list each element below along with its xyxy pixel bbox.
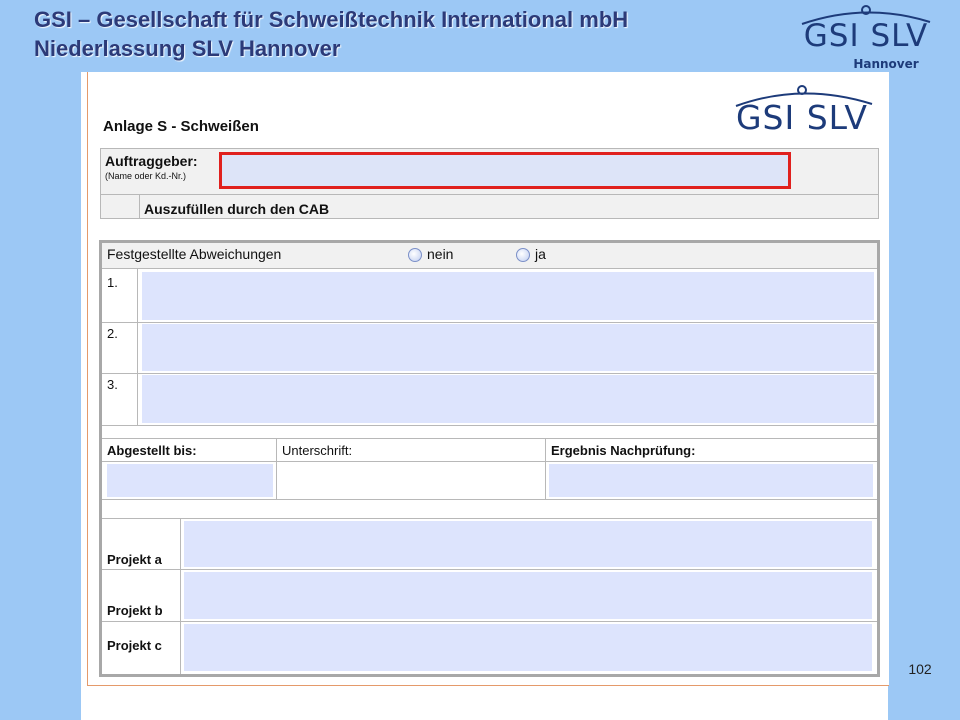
logo-subtitle: Hannover bbox=[853, 57, 919, 71]
slide-title-line2: Niederlassung SLV Hannover bbox=[34, 36, 341, 61]
project-c-input[interactable] bbox=[184, 624, 872, 671]
radio-no-label: nein bbox=[427, 246, 454, 262]
document-logo-text: GSI SLV bbox=[735, 98, 869, 137]
gsi-slv-logo: GSI SLV Hannover bbox=[796, 2, 936, 71]
resolved-until-label: Abgestellt bis: bbox=[107, 443, 197, 458]
column-divider bbox=[276, 438, 277, 499]
number-column-divider bbox=[137, 268, 138, 425]
project-a-label: Projekt a bbox=[107, 552, 162, 567]
radio-no[interactable] bbox=[408, 248, 422, 262]
recheck-result-label: Ergebnis Nachprüfung: bbox=[551, 443, 696, 458]
row-divider bbox=[102, 499, 877, 500]
logo-text: GSI SLV bbox=[803, 18, 929, 54]
deviation-number-3: 3. bbox=[107, 377, 118, 392]
row-divider bbox=[102, 373, 877, 374]
project-b-label: Projekt b bbox=[107, 603, 163, 618]
slide-title-line1: GSI – Gesellschaft für Schweißtechnik In… bbox=[34, 7, 629, 32]
project-c-label: Projekt c bbox=[107, 638, 162, 653]
deviation-number-1: 1. bbox=[107, 275, 118, 290]
deviations-label: Festgestellte Abweichungen bbox=[107, 246, 282, 262]
row-divider bbox=[102, 425, 877, 426]
resolved-until-input[interactable] bbox=[107, 464, 273, 497]
client-table-divider bbox=[100, 194, 879, 195]
client-input[interactable] bbox=[219, 152, 791, 189]
slide-left-margin bbox=[0, 72, 81, 720]
radio-yes-label: ja bbox=[535, 246, 546, 262]
row-divider bbox=[102, 322, 877, 323]
client-table-column-divider bbox=[139, 194, 140, 219]
page-number: 102 bbox=[908, 661, 932, 677]
slide-right-margin bbox=[888, 72, 960, 720]
slide-title: GSI – Gesellschaft für Schweißtechnik In… bbox=[34, 5, 628, 63]
row-divider bbox=[102, 438, 877, 439]
row-divider bbox=[102, 621, 877, 622]
project-a-input[interactable] bbox=[184, 521, 872, 567]
row-divider bbox=[102, 518, 877, 519]
document-title: Anlage S - Schweißen bbox=[103, 118, 259, 135]
document-logo: GSI SLV bbox=[722, 82, 882, 138]
client-label: Auftraggeber: bbox=[105, 153, 198, 169]
row-divider bbox=[102, 569, 877, 570]
client-sublabel: (Name oder Kd.-Nr.) bbox=[105, 171, 187, 181]
deviation-field-1[interactable] bbox=[142, 272, 874, 320]
radio-yes[interactable] bbox=[516, 248, 530, 262]
deviation-number-2: 2. bbox=[107, 326, 118, 341]
project-column-divider bbox=[180, 518, 181, 674]
row-divider bbox=[102, 268, 877, 269]
deviation-field-3[interactable] bbox=[142, 375, 874, 423]
row-divider bbox=[102, 461, 877, 462]
signature-label: Unterschrift: bbox=[282, 443, 353, 458]
deviation-field-2[interactable] bbox=[142, 324, 874, 371]
recheck-result-input[interactable] bbox=[549, 464, 873, 497]
column-divider bbox=[545, 438, 546, 499]
cab-section-label: Auszufüllen durch den CAB bbox=[144, 201, 330, 217]
project-b-input[interactable] bbox=[184, 572, 872, 619]
